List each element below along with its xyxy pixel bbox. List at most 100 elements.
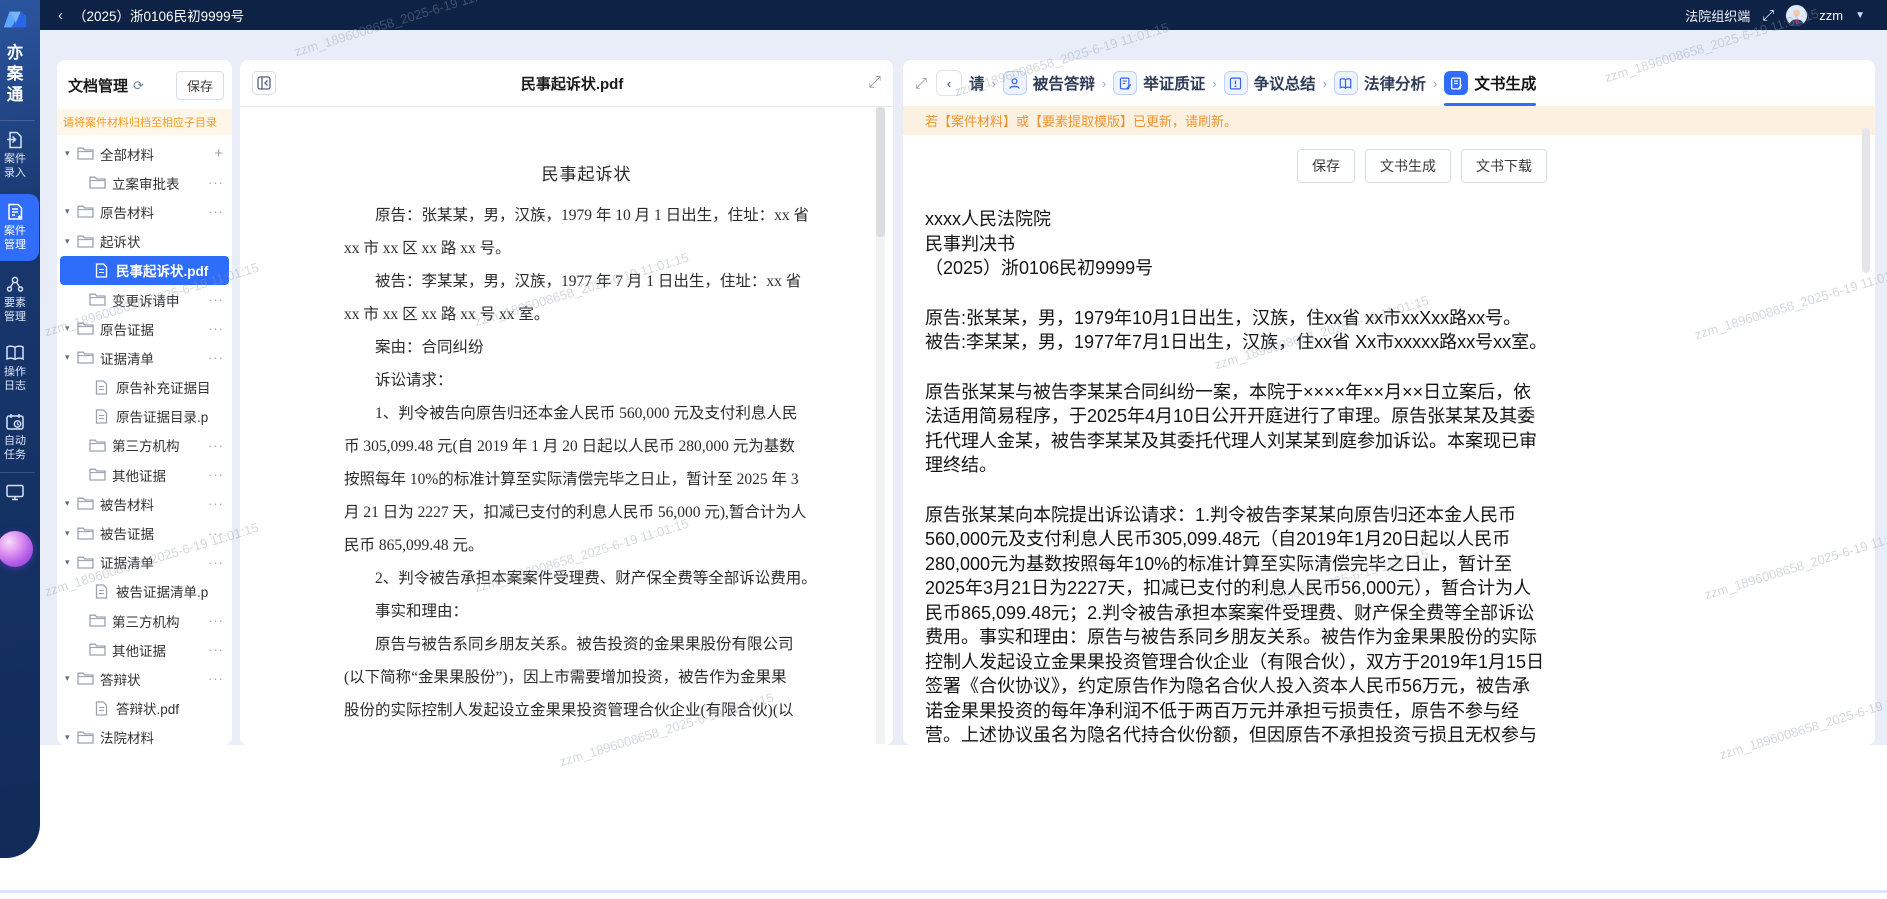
tree-folder-row[interactable]: 立案审批表··· bbox=[57, 168, 232, 197]
tree-folder-row[interactable]: ▾全部材料+ bbox=[57, 139, 232, 168]
sidebar-item-label: 自动任务 bbox=[0, 435, 40, 462]
tree-caret-icon[interactable]: ▾ bbox=[65, 323, 77, 334]
tree-file-row[interactable]: 民事起诉状.pdf bbox=[60, 256, 229, 285]
tree-folder-row[interactable]: 第三方机构··· bbox=[57, 606, 232, 635]
tree-caret-icon[interactable]: ▾ bbox=[65, 673, 77, 684]
tree-folder-row[interactable]: 变更诉请申··· bbox=[57, 285, 232, 314]
ai-assistant-orb[interactable] bbox=[0, 531, 33, 567]
tree-caret-icon[interactable]: ▾ bbox=[65, 557, 77, 568]
party-info: 原告:张某某，男，1979年10月1日出生，汉族，住xx省 xx市xxXxx路x… bbox=[925, 306, 1547, 355]
tree-caret-icon[interactable]: ▾ bbox=[65, 352, 77, 363]
fullscreen-icon[interactable]: ⤢ bbox=[1762, 7, 1774, 24]
folder-icon bbox=[89, 613, 106, 628]
more-icon[interactable]: ··· bbox=[208, 555, 226, 570]
tree-caret-icon[interactable]: ▾ bbox=[65, 732, 77, 743]
tree-folder-row[interactable]: ▾证据清单··· bbox=[57, 343, 232, 372]
generated-judgment-document[interactable]: xxxx人民法院院民事判决书（2025）浙0106民初9999号原告:张某某，男… bbox=[925, 207, 1547, 745]
tree-folder-row[interactable]: 其他证据··· bbox=[57, 635, 232, 664]
sidebar-item-operation-log[interactable]: 操作日志 bbox=[0, 334, 40, 403]
workflow-step-4[interactable]: 争议总结 bbox=[1224, 60, 1316, 106]
tree-folder-row[interactable]: ▾ 答辩状··· bbox=[57, 664, 232, 693]
pdf-text-line: 原告：张某某，男，汉族，1979 年 10 月 1 日出生，住址：xx 省 bbox=[344, 199, 853, 232]
tree-caret-icon[interactable]: ▾ bbox=[65, 206, 77, 217]
tree-caret-icon[interactable]: ▾ bbox=[65, 148, 77, 159]
crumb-back-button[interactable]: ‹ bbox=[936, 70, 962, 96]
workflow-step-6[interactable]: 文书生成 bbox=[1444, 60, 1536, 106]
tree-row-label: 原告补充证据目 bbox=[116, 377, 226, 397]
expand-icon[interactable]: ⤢ bbox=[915, 75, 927, 92]
sidebar-item-case-entry[interactable]: 案件录入 bbox=[0, 121, 40, 190]
save-document-button[interactable]: 保存 bbox=[1297, 149, 1355, 183]
sidebar-item-element-manage[interactable]: 要素管理 bbox=[0, 265, 40, 334]
tree-folder-row[interactable]: ▾ 原告材料··· bbox=[57, 197, 232, 226]
save-button[interactable]: 保存 bbox=[176, 71, 224, 100]
document-toolbar: 保存文书生成文书下载 bbox=[925, 135, 1547, 183]
avatar[interactable] bbox=[1786, 5, 1807, 26]
tree-folder-row[interactable]: ▾起诉状 bbox=[57, 227, 232, 256]
tree-folder-row[interactable]: ▾证据清单··· bbox=[57, 548, 232, 577]
tree-folder-row[interactable]: ▾法院材料 bbox=[57, 723, 232, 745]
tree-row-label: 原告证据 bbox=[100, 319, 208, 339]
workflow-step-label: 文书生成 bbox=[1474, 72, 1536, 94]
tree-folder-row[interactable]: ▾被告材料··· bbox=[57, 489, 232, 518]
tree-file-row[interactable]: 答辩状.pdf bbox=[57, 694, 232, 723]
download-document-button[interactable]: 文书下载 bbox=[1461, 149, 1547, 183]
add-icon[interactable]: + bbox=[214, 145, 226, 162]
tree-folder-row[interactable]: ▾被告证据··· bbox=[57, 518, 232, 547]
pdf-scrollbar-thumb[interactable] bbox=[876, 107, 885, 237]
workflow-step-3[interactable]: 举证质证 bbox=[1113, 60, 1205, 106]
tree-file-row[interactable]: 原告证据目录.p bbox=[57, 402, 232, 431]
workflow-step-2[interactable]: 被告答辩 bbox=[1003, 60, 1095, 106]
workflow-step-1[interactable]: 请 bbox=[969, 60, 985, 106]
generate-document-button[interactable]: 文书生成 bbox=[1365, 149, 1451, 183]
more-icon[interactable]: ··· bbox=[208, 671, 226, 686]
pdf-text-line: 按照每年 10%的标准计算至实际清偿完毕之日止，暂计至 2025 年 3 bbox=[344, 463, 853, 496]
breadcrumb-separator-icon: › bbox=[1212, 76, 1216, 91]
tree-caret-icon[interactable]: ▾ bbox=[65, 528, 77, 539]
tree-file-row[interactable]: 原告补充证据目 bbox=[57, 373, 232, 402]
book-icon bbox=[1334, 71, 1358, 95]
pdf-document-title: 民事起诉状 bbox=[320, 160, 853, 185]
panel-scrollbar-thumb[interactable] bbox=[1862, 128, 1870, 273]
folder-icon bbox=[77, 496, 94, 511]
more-icon[interactable]: ··· bbox=[208, 526, 226, 541]
more-icon[interactable]: ··· bbox=[208, 496, 226, 511]
folder-icon bbox=[89, 292, 106, 307]
sidebar-item-case-manage[interactable]: 案件管理 bbox=[0, 194, 39, 261]
chevron-down-icon[interactable]: ▼ bbox=[1855, 10, 1865, 21]
more-icon[interactable]: ··· bbox=[208, 350, 226, 365]
tree-folder-row[interactable]: ▾ 原告证据··· bbox=[57, 314, 232, 343]
refresh-icon[interactable]: ⟳ bbox=[133, 78, 176, 94]
more-icon[interactable]: ··· bbox=[208, 438, 226, 453]
archive-warning: 请将案件材料归档至相应子目录 bbox=[57, 109, 232, 135]
portal-label: 法院组织端 bbox=[1685, 6, 1750, 25]
file-icon bbox=[93, 409, 110, 424]
file-icon bbox=[93, 584, 110, 599]
tree-file-row[interactable]: 被告证据清单.p bbox=[57, 577, 232, 606]
folder-icon bbox=[77, 526, 94, 541]
more-icon[interactable]: ··· bbox=[208, 467, 226, 482]
document-line: 被告:李某某，男，1977年7月1日出生，汉族，住xx省 Xx市xxxxx路xx… bbox=[925, 330, 1547, 355]
document-manage-panel: 文档管理 ⟳ 保存 请将案件材料归档至相应子目录 ▾全部材料+立案审批表···▾… bbox=[57, 60, 232, 745]
back-chevron-icon[interactable]: ‹ bbox=[58, 7, 63, 24]
tree-caret-icon[interactable]: ▾ bbox=[65, 236, 77, 247]
sidebar-item-screen[interactable] bbox=[0, 473, 40, 515]
more-icon[interactable]: ··· bbox=[208, 321, 226, 336]
more-icon[interactable]: ··· bbox=[208, 175, 226, 190]
tree-row-label: 答辩状 bbox=[100, 669, 208, 689]
more-icon[interactable]: ··· bbox=[208, 613, 226, 628]
sidebar-item-auto-task[interactable]: 自动任务 bbox=[0, 403, 40, 472]
more-icon[interactable]: ··· bbox=[208, 642, 226, 657]
more-icon[interactable]: ··· bbox=[208, 204, 226, 219]
tree-folder-row[interactable]: 其他证据··· bbox=[57, 460, 232, 489]
workflow-step-5[interactable]: 法律分析 bbox=[1334, 60, 1426, 106]
tree-caret-icon[interactable]: ▾ bbox=[65, 498, 77, 509]
expand-icon[interactable]: ⤢ bbox=[868, 74, 881, 92]
panel-title: 文档管理 bbox=[68, 75, 128, 96]
tree-folder-row[interactable]: 第三方机构··· bbox=[57, 431, 232, 460]
tree-row-label: 民事起诉状.pdf bbox=[116, 260, 223, 280]
collapse-panel-icon[interactable] bbox=[252, 71, 276, 95]
more-icon[interactable]: ··· bbox=[208, 292, 226, 307]
tree-row-label: 原告材料 bbox=[100, 202, 208, 222]
sidebar-item-label: 案件管理 bbox=[0, 225, 39, 252]
